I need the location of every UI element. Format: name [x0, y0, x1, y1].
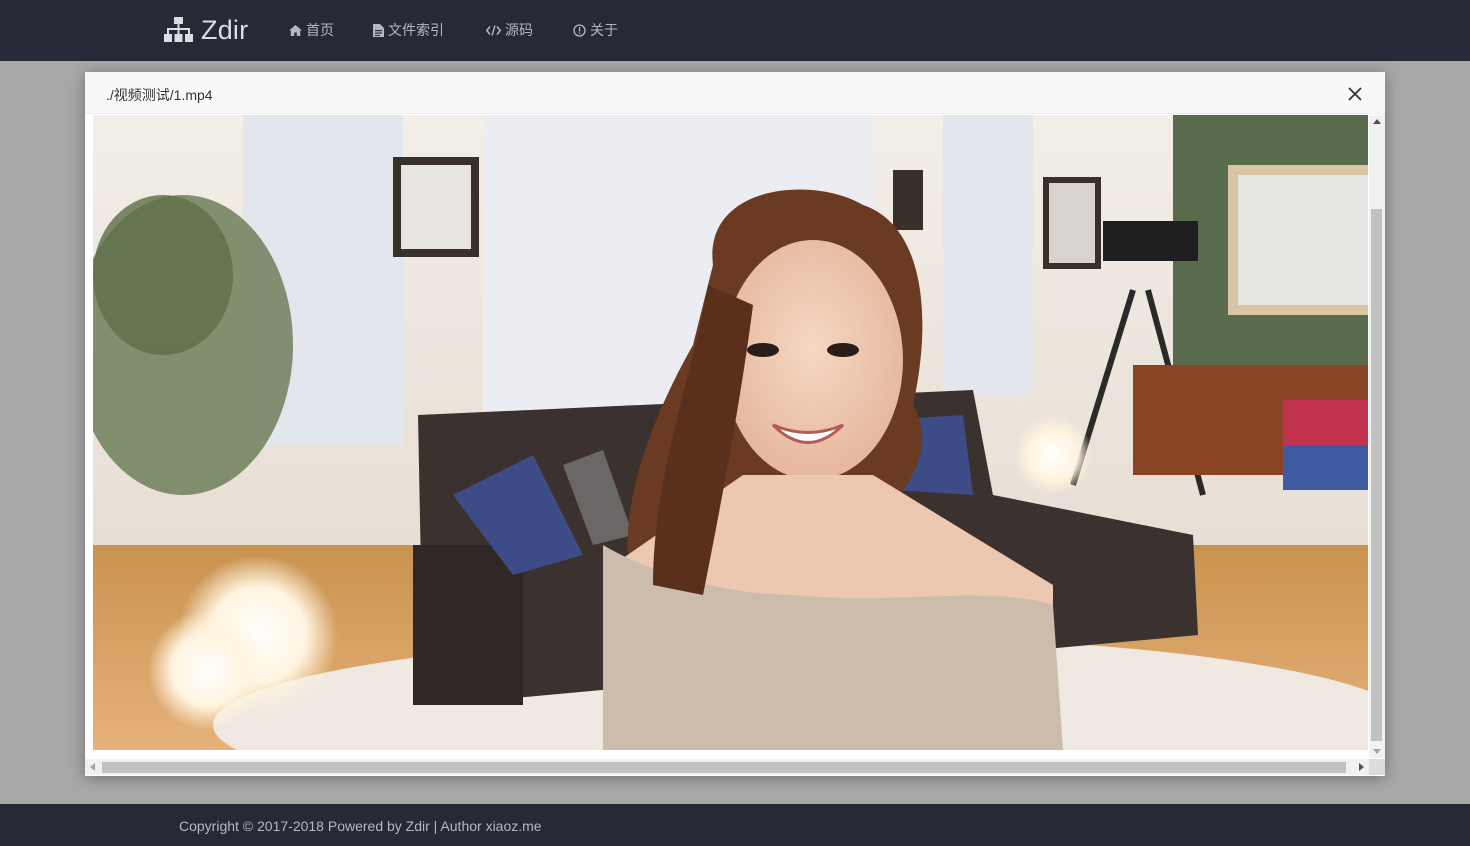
vertical-scroll-thumb[interactable]	[1371, 209, 1382, 741]
modal-header: ./视频测试/1.mp4	[85, 72, 1385, 114]
nav-label: 文件索引	[388, 22, 444, 38]
top-navbar: Zdir 首页 文件索引 源码 关于	[0, 0, 1470, 61]
scroll-down-arrow-icon[interactable]	[1373, 749, 1381, 754]
scroll-left-arrow-icon[interactable]	[90, 763, 95, 771]
modal-title: ./视频测试/1.mp4	[106, 87, 213, 103]
home-icon	[289, 24, 302, 36]
sitemap-icon	[164, 17, 193, 42]
page-footer: Copyright © 2017-2018 Powered by Zdir | …	[0, 804, 1470, 846]
vertical-scrollbar[interactable]	[1369, 115, 1385, 758]
nav-label: 首页	[306, 22, 334, 38]
nav-label: 源码	[505, 22, 533, 38]
modal-body	[85, 114, 1385, 776]
nav-label: 关于	[590, 22, 618, 38]
file-icon	[373, 23, 384, 37]
nav-item-home[interactable]: 首页	[289, 20, 334, 40]
video-player[interactable]	[93, 115, 1368, 750]
nav-item-file-index[interactable]: 文件索引	[373, 20, 444, 40]
horizontal-scroll-thumb[interactable]	[102, 762, 1346, 773]
brand-name: Zdir	[201, 14, 249, 45]
scroll-right-arrow-icon[interactable]	[1359, 763, 1364, 771]
horizontal-scrollbar[interactable]	[85, 759, 1369, 775]
code-icon	[486, 24, 501, 36]
nav-item-source[interactable]: 源码	[486, 20, 533, 40]
video-frame	[93, 115, 1368, 750]
info-icon	[573, 23, 586, 37]
close-icon[interactable]	[1347, 86, 1363, 102]
scroll-up-arrow-icon[interactable]	[1373, 119, 1381, 124]
scrollbar-corner	[1369, 759, 1385, 775]
video-preview-modal: ./视频测试/1.mp4	[85, 72, 1385, 776]
footer-copyright: Copyright © 2017-2018 Powered by Zdir | …	[179, 818, 542, 834]
nav-item-about[interactable]: 关于	[573, 20, 618, 40]
brand-logo[interactable]: Zdir	[164, 14, 248, 46]
